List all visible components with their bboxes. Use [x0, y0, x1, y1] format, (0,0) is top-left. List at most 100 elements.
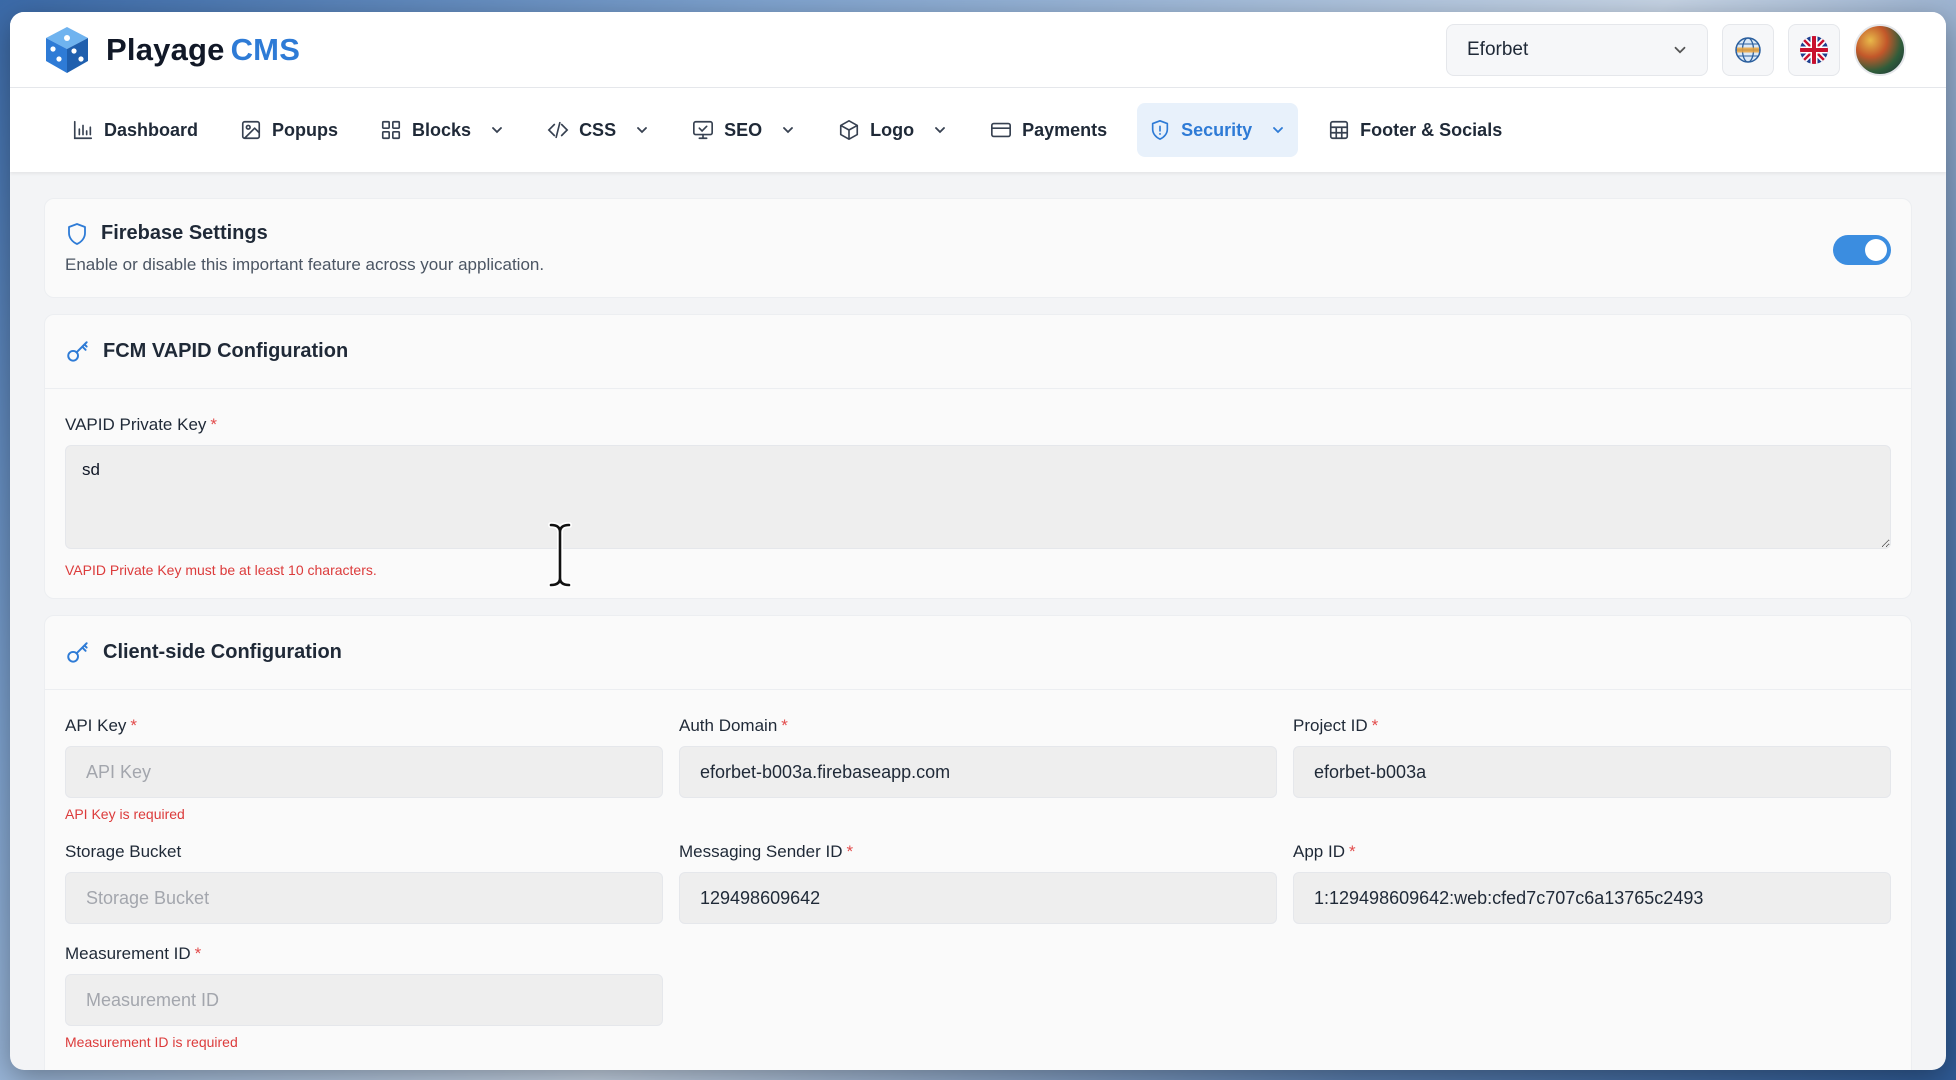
nav-label: Blocks: [412, 119, 472, 140]
nav-item-seo[interactable]: SEO: [680, 103, 808, 157]
client-config-card: Client-side Configuration API Key * API K…: [44, 615, 1912, 1070]
chevron-down-icon: [783, 127, 793, 134]
main-content: Firebase Settings Enable or disable this…: [10, 172, 1946, 1070]
app-id-label-text: App ID: [1293, 842, 1345, 861]
client-config-body: API Key* API Key is required Auth Domain…: [45, 690, 1911, 1070]
top-bar: Playage CMS Eforbet: [10, 12, 1946, 88]
storage-bucket-field: Storage Bucket: [65, 842, 663, 924]
nav-label: SEO: [724, 119, 763, 140]
vapid-private-key-error: VAPID Private Key must be at least 10 ch…: [65, 562, 377, 578]
vapid-config-body: VAPID Private Key * sd VAPID Private Key …: [45, 389, 1911, 598]
api-key-label-text: API Key: [65, 716, 127, 735]
nav-label: Popups: [272, 119, 339, 140]
nav-label: Footer & Socials: [1360, 119, 1503, 140]
messaging-sender-id-input[interactable]: [679, 872, 1277, 924]
vapid-config-title: FCM VAPID Configuration: [103, 340, 349, 362]
measurement-id-error: Measurement ID is required: [65, 1034, 238, 1050]
nav-item-dashboard[interactable]: Dashboard: [60, 103, 210, 157]
shield-icon: [68, 222, 86, 245]
chevron-down-icon: [637, 127, 647, 134]
api-key-error: API Key is required: [65, 806, 185, 822]
auth-domain-label: Auth Domain *: [679, 716, 1277, 736]
text-cursor-icon: [548, 522, 572, 588]
auth-domain-input[interactable]: [679, 746, 1277, 798]
required-asterisk: *: [1348, 842, 1356, 861]
shield-icon: [1151, 120, 1169, 140]
nav-item-footer-socials[interactable]: Footer & Socials: [1316, 103, 1514, 157]
measurement-id-label: Measurement ID *: [65, 944, 663, 964]
bar-chart-icon: [73, 120, 93, 140]
project-id-input[interactable]: [1293, 746, 1891, 798]
code-icon: [547, 121, 569, 139]
image-icon: [241, 120, 261, 140]
brand-name: Playage CMS: [106, 32, 300, 68]
api-key-label: API Key *: [65, 716, 663, 736]
dice-logo-icon: [46, 26, 88, 73]
client-config-header: Client-side Configuration: [45, 616, 1911, 690]
app-id-label: App ID *: [1293, 842, 1891, 862]
messaging-sender-id-field: Messaging Sender ID *: [679, 842, 1277, 924]
chevron-down-icon: [1674, 46, 1686, 54]
required-asterisk: *: [130, 716, 138, 735]
language-globe-button[interactable]: [1722, 24, 1774, 76]
firebase-settings-description: Enable or disable this important feature…: [65, 254, 545, 274]
vapid-config-header: FCM VAPID Configuration: [45, 315, 1911, 389]
vapid-private-key-textarea[interactable]: sd: [65, 445, 1891, 549]
measurement-id-field: Measurement ID* Measurement ID is requir…: [65, 944, 663, 1050]
box-icon: [840, 120, 859, 140]
measurement-id-label-text: Measurement ID: [65, 944, 191, 963]
measurement-id-input[interactable]: [65, 974, 663, 1026]
chevron-down-icon: [492, 127, 502, 134]
nav-label: Payments: [1022, 119, 1108, 140]
required-asterisk: *: [846, 842, 854, 861]
api-key-field: API Key* API Key is required: [65, 716, 663, 822]
storage-bucket-label: Storage Bucket: [65, 842, 182, 861]
nav-item-popups[interactable]: Popups: [228, 103, 350, 157]
card-icon: [991, 122, 1012, 138]
storage-bucket-input[interactable]: [65, 872, 663, 924]
firebase-enable-toggle[interactable]: [1833, 235, 1891, 265]
project-id-label: Project ID *: [1293, 716, 1891, 736]
api-key-input[interactable]: [65, 746, 663, 798]
app-id-input[interactable]: [1293, 872, 1891, 924]
client-config-title: Client-side Configuration: [103, 641, 342, 663]
messaging-sender-id-label-text: Messaging Sender ID: [679, 842, 843, 861]
brand-suffix: CMS: [230, 31, 301, 67]
key-icon: [67, 340, 88, 362]
nav-item-payments[interactable]: Payments: [978, 103, 1119, 157]
nav-label: Logo: [870, 119, 915, 140]
uk-flag-icon: [1800, 36, 1828, 64]
required-asterisk: *: [781, 716, 788, 735]
project-id-label-text: Project ID: [1293, 716, 1368, 735]
vapid-config-card: FCM VAPID Configuration VAPID Private Ke…: [44, 314, 1912, 599]
nav-item-logo[interactable]: Logo: [826, 103, 960, 157]
brand-logo[interactable]: Playage CMS: [40, 23, 300, 77]
chevron-down-icon: [935, 127, 945, 134]
key-icon: [67, 641, 88, 663]
site-selector-value: Eforbet: [1467, 39, 1529, 60]
firebase-settings-title: Firebase Settings: [101, 222, 268, 244]
chevron-down-icon: [1273, 127, 1284, 134]
uk-flag-button[interactable]: [1788, 24, 1840, 76]
required-asterisk: *: [210, 415, 218, 434]
nav-item-blocks[interactable]: Blocks: [368, 103, 517, 157]
vapid-private-key-label-text: VAPID Private Key: [65, 415, 207, 434]
auth-domain-label-text: Auth Domain: [679, 716, 778, 735]
app-id-field: App ID *: [1293, 842, 1891, 924]
project-id-field: Project ID *: [1293, 716, 1891, 822]
auth-domain-field: Auth Domain *: [679, 716, 1277, 822]
user-avatar[interactable]: [1854, 24, 1906, 76]
messaging-sender-id-label: Messaging Sender ID *: [679, 842, 1277, 862]
required-asterisk: *: [1371, 716, 1379, 735]
firebase-settings-card: Firebase Settings Enable or disable this…: [44, 198, 1912, 298]
brand-title: Playage: [106, 31, 225, 67]
nav-label: Security: [1181, 119, 1253, 140]
monitor-icon: [693, 120, 714, 140]
nav-item-security[interactable]: Security: [1137, 103, 1299, 157]
nav-label: CSS: [579, 119, 617, 140]
globe-icon: [1735, 37, 1761, 63]
required-asterisk: *: [194, 944, 202, 963]
site-selector[interactable]: Eforbet: [1446, 24, 1708, 76]
layout-icon: [1330, 120, 1349, 140]
nav-item-css[interactable]: CSS: [535, 103, 662, 157]
